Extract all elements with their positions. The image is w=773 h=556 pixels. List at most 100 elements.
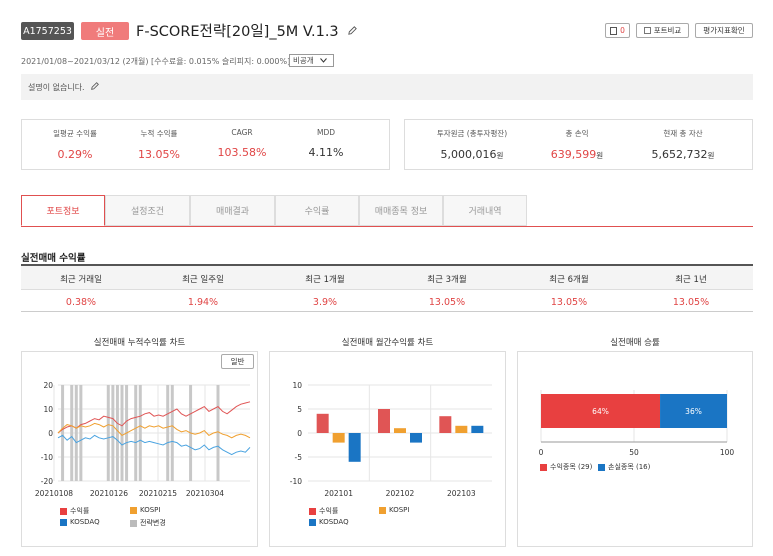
bar-KOSPI-202102 <box>394 428 406 433</box>
monthly-chart-title: 실전매매 월간수익률 차트 <box>341 338 434 348</box>
legend-swatch <box>309 507 316 515</box>
page-title: F-SCORE전략[20일]_5M V.1.3 <box>136 20 358 41</box>
stat-label: CAGR <box>231 128 253 137</box>
strategy-id-badge: A1757253 <box>21 22 74 40</box>
y-tick-label: 10 <box>43 405 53 414</box>
legend-swatch <box>309 518 316 526</box>
bar-KOSDAQ-202101 <box>348 433 361 462</box>
stat-label: 일평균 수익률 <box>53 129 97 138</box>
legend-swatch <box>379 506 386 514</box>
mode-badge: 실전 <box>81 22 129 40</box>
legend-swatch <box>540 463 547 471</box>
stat-value: 0.29% <box>57 148 93 161</box>
legend-label: 전략변경 <box>140 519 166 527</box>
tab-returns[interactable]: 수익률 <box>275 195 359 226</box>
series-line-KOSPI <box>57 422 251 439</box>
stat-label: 현재 총 자산 <box>663 129 703 138</box>
chevron-down-icon <box>319 58 327 63</box>
x-tick-label: 202101 <box>324 489 353 498</box>
stat-mdd: MDD 4.11% <box>286 128 366 159</box>
y-tick-label: -10 <box>41 453 53 462</box>
monthly-chart: 10 5 0 -5 -10 202101 202102 202103 <box>290 381 492 498</box>
stat-unit: 원 <box>596 151 604 160</box>
y-tick-label: -10 <box>290 477 302 486</box>
tab-trade-history[interactable]: 거래내역 <box>443 195 527 226</box>
edit-pencil-icon[interactable] <box>90 81 100 93</box>
strategy-title: F-SCORE전략[20일]_5M V.1.3 <box>136 24 339 40</box>
legend-swatch <box>130 519 137 527</box>
y-tick-label: -5 <box>295 453 303 462</box>
column-header: 최근 일주일 <box>182 275 224 285</box>
x-tick-label: 20210304 <box>186 489 224 498</box>
x-tick-label: 20210215 <box>139 489 177 498</box>
stat-label: MDD <box>316 128 336 137</box>
x-tick-label: 20210108 <box>35 489 73 498</box>
x-tick-label: 20210126 <box>90 489 128 498</box>
tab-portfolio-info[interactable]: 포트정보 <box>21 195 105 226</box>
strategy-meta: 2021/01/08~2021/03/12 (2개월) [수수료율: 0.015… <box>21 57 291 66</box>
legend-item: 수익종목 (29) <box>540 462 592 472</box>
winrate-chart-panel: 0 50 100 64% 36% <box>517 351 753 547</box>
strategy-change-bar <box>111 385 115 481</box>
legend-label: KOSPI <box>140 506 161 514</box>
table-cell: 13.05% <box>672 297 710 308</box>
bar-수익률-202101 <box>316 413 329 433</box>
returns-table-header: 최근 거래일 최근 일주일 최근 1개월 최근 3개월 최근 6개월 최근 1년 <box>21 266 753 290</box>
eval-metrics-button[interactable]: 평가지표확인 <box>695 23 753 38</box>
returns-table: 최근 거래일 최근 일주일 최근 1개월 최근 3개월 최근 6개월 최근 1년… <box>21 264 753 312</box>
stat-value: 5,000,016 <box>440 148 497 161</box>
stat-total-assets: 현재 총 자산 5,652,732원 <box>638 128 728 161</box>
checkbox-icon <box>643 27 651 34</box>
tab-underline <box>21 226 753 227</box>
legend-label: KOSDAQ <box>319 518 349 526</box>
chart-mode-button[interactable]: 일반 <box>221 354 254 369</box>
strategy-change-bar <box>138 385 142 481</box>
legend-swatch <box>130 506 137 514</box>
strategy-change-bar <box>79 385 83 481</box>
bar-KOSDAQ-202103 <box>471 425 484 433</box>
legend-swatch <box>60 507 67 515</box>
bar-KOSPI-202101 <box>332 433 345 443</box>
stat-value: 103.58% <box>217 146 267 159</box>
x-tick-label: 100 <box>720 448 735 457</box>
legend-item: 수익률 <box>60 506 89 516</box>
strategy-change-bar <box>120 385 124 481</box>
strategy-change-bar <box>106 385 110 481</box>
legend-item: KOSDAQ <box>60 518 100 526</box>
visibility-select[interactable]: 비공개 <box>289 54 334 67</box>
data-label: 64% <box>592 407 609 416</box>
document-count: 0 <box>620 26 625 35</box>
bar-KOSDAQ-202102 <box>410 433 422 443</box>
winrate-chart: 0 50 100 64% 36% <box>539 390 735 457</box>
bar-KOSPI-202103 <box>455 425 468 433</box>
legend-item: 손실종목 (16) <box>598 462 650 472</box>
legend-item: 전략변경 <box>130 518 166 528</box>
compare-portfolio-button[interactable]: 포트비교 <box>636 23 689 38</box>
cumulative-chart: 20 10 0 -10 -20 20210108 20210126 202102… <box>35 381 251 498</box>
cumulative-chart-title: 실전매매 누적수익률 차트 <box>93 338 186 348</box>
column-header: 최근 1개월 <box>305 275 345 285</box>
stat-value: 639,599 <box>550 148 597 161</box>
performance-stats: 일평균 수익률 0.29% 누적 수익률 13.05% CAGR 103.58% MD… <box>21 119 390 170</box>
stat-label: 총 손익 <box>565 129 589 138</box>
x-tick-label: 0 <box>539 448 544 457</box>
compare-label: 포트비교 <box>653 26 682 35</box>
document-count-button[interactable]: 0 <box>605 23 630 38</box>
table-cell: 13.05% <box>428 297 466 308</box>
stat-principal: 투자원금 (총투자평잔) 5,000,016원 <box>427 128 517 161</box>
edit-pencil-icon[interactable] <box>347 24 358 40</box>
strategy-change-bar <box>115 385 119 481</box>
x-tick-label: 202103 <box>447 489 476 498</box>
y-tick-label: -20 <box>41 477 53 486</box>
legend-label: 수익률 <box>319 507 339 515</box>
tab-trade-results[interactable]: 매매결과 <box>190 195 275 226</box>
y-tick-label: 0 <box>297 429 302 438</box>
column-header: 최근 6개월 <box>549 275 589 285</box>
strategy-change-bar <box>134 385 138 481</box>
series-line-수익률 <box>57 401 251 434</box>
tab-trade-stocks[interactable]: 매매종목 정보 <box>359 195 443 226</box>
winrate-chart-title: 실전매매 승률 <box>610 338 660 348</box>
tab-settings[interactable]: 설정조건 <box>105 195 190 226</box>
table-cell: 13.05% <box>550 297 588 308</box>
description-box: 설명이 없습니다. <box>21 74 753 100</box>
